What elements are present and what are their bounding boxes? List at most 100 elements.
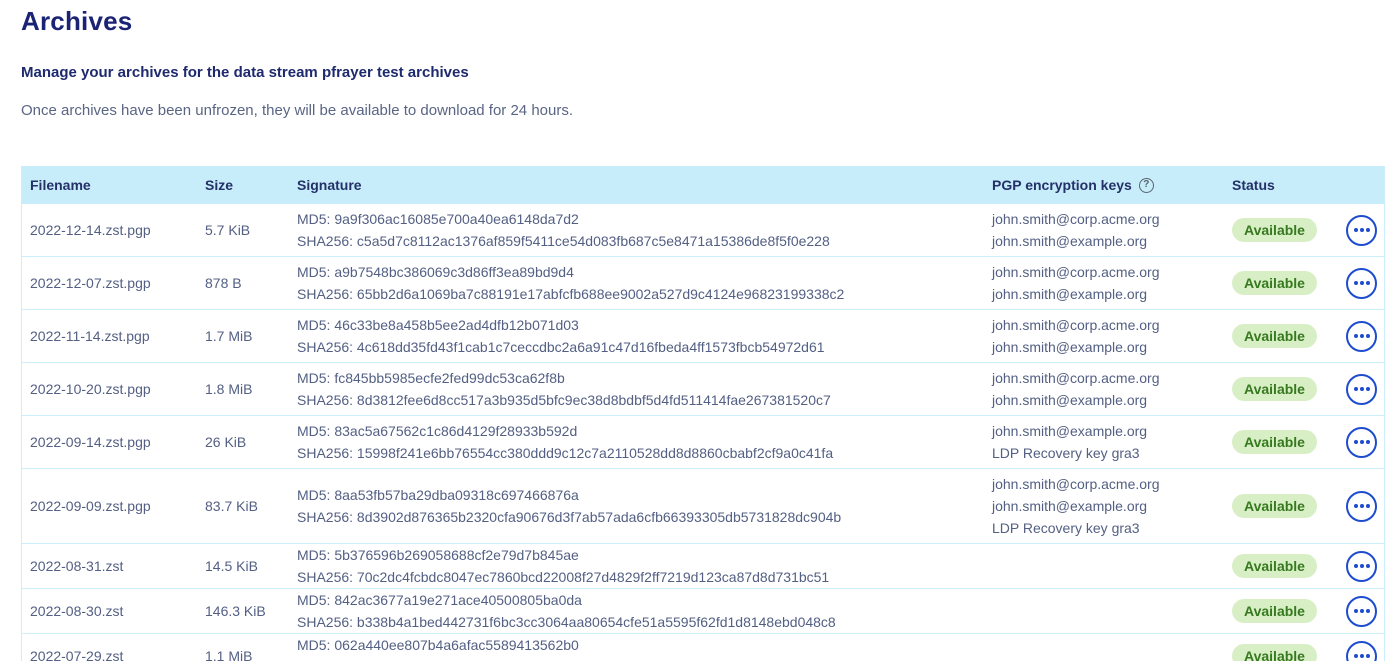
status-cell: Available: [1224, 430, 1338, 454]
row-actions-button[interactable]: [1346, 268, 1377, 299]
md5-hash: MD5: a9b7548bc386069c3d86ff3ea89bd9d4: [297, 261, 976, 283]
pgp-key: john.smith@corp.acme.org: [992, 208, 1216, 230]
status-badge: Available: [1232, 218, 1317, 242]
page-subtitle: Manage your archives for the data stream…: [21, 64, 1385, 81]
archive-size: 5.7 KiB: [197, 219, 289, 241]
pgp-keys-cell: john.smith@corp.acme.orgjohn.smith@examp…: [984, 204, 1224, 256]
archive-size: 1.1 MiB: [197, 645, 289, 661]
row-actions-button[interactable]: [1346, 641, 1377, 661]
page-description: Once archives have been unfrozen, they w…: [21, 102, 1385, 119]
ellipsis-icon: [1354, 334, 1358, 338]
status-cell: Available: [1224, 599, 1338, 623]
table-row: 2022-09-09.zst.pgp 83.7 KiB MD5: 8aa53fb…: [22, 469, 1384, 544]
archive-filename: 2022-08-31.zst: [22, 555, 197, 577]
archive-filename: 2022-12-14.zst.pgp: [22, 219, 197, 241]
md5-hash: MD5: 062a440ee807b4a6afac5589413562b0: [297, 634, 976, 656]
archive-size: 83.7 KiB: [197, 495, 289, 517]
status-badge: Available: [1232, 430, 1317, 454]
pgp-key: john.smith@example.org: [992, 495, 1216, 517]
md5-hash: MD5: 5b376596b269058688cf2e79d7b845ae: [297, 544, 976, 566]
sha256-hash: SHA256: 65bb2d6a1069ba7c88191e17abfcfb68…: [297, 283, 976, 305]
column-header-pgp-label: PGP encryption keys: [992, 174, 1132, 196]
md5-hash: MD5: fc845bb5985ecfe2fed99dc53ca62f8b: [297, 367, 976, 389]
status-cell: Available: [1224, 554, 1338, 578]
sha256-hash: SHA256: b338b4a1bed442731f6bc3cc3064aa80…: [297, 611, 976, 633]
status-cell: Available: [1224, 324, 1338, 348]
md5-hash: MD5: 842ac3677a19e271ace40500805ba0da: [297, 589, 976, 611]
ellipsis-icon: [1354, 654, 1358, 658]
help-icon[interactable]: ?: [1139, 178, 1154, 193]
status-badge: Available: [1232, 599, 1317, 623]
status-badge: Available: [1232, 644, 1317, 661]
md5-hash: MD5: 83ac5a67562c1c86d4129f28933b592d: [297, 420, 976, 442]
status-cell: Available: [1224, 377, 1338, 401]
table-row: 2022-12-14.zst.pgp 5.7 KiB MD5: 9a9f306a…: [22, 204, 1384, 257]
ellipsis-icon: [1354, 564, 1358, 568]
status-badge: Available: [1232, 494, 1317, 518]
ellipsis-icon: [1354, 281, 1358, 285]
archive-signature: MD5: 83ac5a67562c1c86d4129f28933b592d SH…: [289, 420, 984, 464]
archive-filename: 2022-10-20.zst.pgp: [22, 378, 197, 400]
sha256-hash: SHA256: 3a476b4bceddd41cf85af0a57c9c7393…: [297, 656, 976, 661]
status-badge: Available: [1232, 271, 1317, 295]
status-cell: Available: [1224, 494, 1338, 518]
md5-hash: MD5: 46c33be8a458b5ee2ad4dfb12b071d03: [297, 314, 976, 336]
md5-hash: MD5: 8aa53fb57ba29dba09318c697466876a: [297, 484, 976, 506]
archive-filename: 2022-09-09.zst.pgp: [22, 495, 197, 517]
actions-cell: [1338, 641, 1385, 661]
column-header-size: Size: [197, 174, 289, 196]
table-row: 2022-08-31.zst 14.5 KiB MD5: 5b376596b26…: [22, 544, 1384, 589]
table-row: 2022-11-14.zst.pgp 1.7 MiB MD5: 46c33be8…: [22, 310, 1384, 363]
pgp-key: LDP Recovery key gra3: [992, 517, 1216, 539]
archive-signature: MD5: 9a9f306ac16085e700a40ea6148da7d2 SH…: [289, 208, 984, 252]
archive-signature: MD5: 5b376596b269058688cf2e79d7b845ae SH…: [289, 544, 984, 588]
ellipsis-icon: [1354, 609, 1358, 613]
archive-size: 1.7 MiB: [197, 325, 289, 347]
archive-filename: 2022-12-07.zst.pgp: [22, 272, 197, 294]
pgp-key: john.smith@example.org: [992, 230, 1216, 252]
actions-cell: [1338, 374, 1385, 405]
archive-signature: MD5: 8aa53fb57ba29dba09318c697466876a SH…: [289, 484, 984, 528]
archive-signature: MD5: 062a440ee807b4a6afac5589413562b0 SH…: [289, 634, 984, 661]
sha256-hash: SHA256: c5a5d7c8112ac1376af859f5411ce54d…: [297, 230, 976, 252]
md5-hash: MD5: 9a9f306ac16085e700a40ea6148da7d2: [297, 208, 976, 230]
row-actions-button[interactable]: [1346, 491, 1377, 522]
pgp-keys-cell: [984, 607, 1224, 615]
row-actions-button[interactable]: [1346, 551, 1377, 582]
pgp-keys-cell: [984, 652, 1224, 660]
archive-filename: 2022-08-30.zst: [22, 600, 197, 622]
archive-signature: MD5: 842ac3677a19e271ace40500805ba0da SH…: [289, 589, 984, 633]
row-actions-button[interactable]: [1346, 374, 1377, 405]
ellipsis-icon: [1354, 440, 1358, 444]
archive-size: 26 KiB: [197, 431, 289, 453]
row-actions-button[interactable]: [1346, 321, 1377, 352]
pgp-keys-cell: john.smith@corp.acme.orgjohn.smith@examp…: [984, 257, 1224, 309]
sha256-hash: SHA256: 4c618dd35fd43f1cab1c7ceccdbc2a6a…: [297, 336, 976, 358]
sha256-hash: SHA256: 8d3902d876365b2320cfa90676d3f7ab…: [297, 506, 976, 528]
pgp-key: john.smith@example.org: [992, 420, 1216, 442]
column-header-signature: Signature: [289, 174, 984, 196]
status-cell: Available: [1224, 218, 1338, 242]
archive-size: 1.8 MiB: [197, 378, 289, 400]
archive-filename: 2022-09-14.zst.pgp: [22, 431, 197, 453]
pgp-key: john.smith@example.org: [992, 283, 1216, 305]
column-header-pgp: PGP encryption keys ?: [984, 174, 1224, 196]
archives-page: Archives Manage your archives for the da…: [0, 0, 1400, 661]
actions-cell: [1338, 551, 1385, 582]
ellipsis-icon: [1354, 228, 1358, 232]
row-actions-button[interactable]: [1346, 215, 1377, 246]
archive-size: 146.3 KiB: [197, 600, 289, 622]
pgp-key: john.smith@corp.acme.org: [992, 367, 1216, 389]
row-actions-button[interactable]: [1346, 427, 1377, 458]
column-header-filename: Filename: [22, 174, 197, 196]
page-title: Archives: [21, 6, 1385, 37]
pgp-key: john.smith@corp.acme.org: [992, 314, 1216, 336]
archive-size: 878 B: [197, 272, 289, 294]
column-header-status: Status: [1224, 174, 1338, 196]
table-header-row: Filename Size Signature PGP encryption k…: [22, 166, 1384, 204]
archives-table: Filename Size Signature PGP encryption k…: [21, 166, 1385, 661]
status-cell: Available: [1224, 271, 1338, 295]
actions-cell: [1338, 596, 1385, 627]
row-actions-button[interactable]: [1346, 596, 1377, 627]
status-badge: Available: [1232, 377, 1317, 401]
